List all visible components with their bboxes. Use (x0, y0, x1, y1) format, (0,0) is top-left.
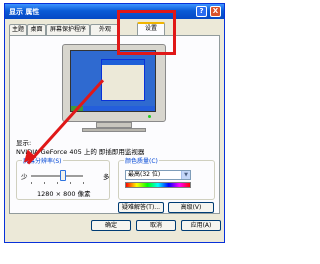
tab-desktop[interactable]: 桌面 (27, 24, 46, 35)
ok-button[interactable]: 确定 (91, 220, 131, 231)
troubleshoot-button[interactable]: 疑难解答(T)... (118, 202, 164, 213)
color-sample-bar (125, 182, 191, 188)
tab-appearance[interactable]: 外观 (90, 24, 120, 35)
apply-button[interactable]: 应用(A) (181, 220, 221, 231)
advanced-button[interactable]: 高级(V) (168, 202, 214, 213)
resolution-more-label: 多 (103, 173, 110, 181)
resolution-less-label: 少 (21, 173, 28, 181)
settings-panel: 显示: NVIDIA GeForce 405 上的 即插即用监视器 屏幕分辨率(… (9, 35, 220, 214)
tab-screensaver[interactable]: 屏幕保护程序 (46, 24, 90, 35)
display-properties-window: 显示 属性 ? X 主题 桌面 屏幕保护程序 外观 设置 显示: NVIDIA … (4, 3, 225, 243)
resolution-group: 屏幕分辨率(S) 少 多 1280 × 800 像素 (16, 156, 110, 200)
dropdown-arrow-icon[interactable]: ▼ (181, 171, 190, 179)
resolution-value: 1280 × 800 像素 (37, 190, 91, 198)
color-quality-select[interactable]: 最高(32 位) ▼ (125, 170, 191, 180)
color-quality-group: 颜色质量(C) 最高(32 位) ▼ (118, 156, 215, 200)
tab-themes[interactable]: 主题 (9, 24, 27, 35)
resolution-slider-thumb[interactable] (60, 170, 67, 181)
window-title: 显示 属性 (9, 8, 40, 16)
color-quality-value: 最高(32 位) (128, 171, 161, 178)
tab-strip: 主题 桌面 屏幕保护程序 外观 设置 (9, 22, 220, 35)
color-quality-title: 颜色质量(C) (124, 156, 159, 165)
monitor-icon (62, 44, 166, 132)
tab-settings[interactable]: 设置 (137, 22, 165, 35)
title-bar[interactable]: 显示 属性 ? X (5, 4, 224, 19)
resolution-slider[interactable] (31, 175, 83, 178)
cancel-button[interactable]: 取消 (136, 220, 176, 231)
help-icon[interactable]: ? (196, 6, 207, 17)
close-icon[interactable]: X (210, 6, 221, 17)
